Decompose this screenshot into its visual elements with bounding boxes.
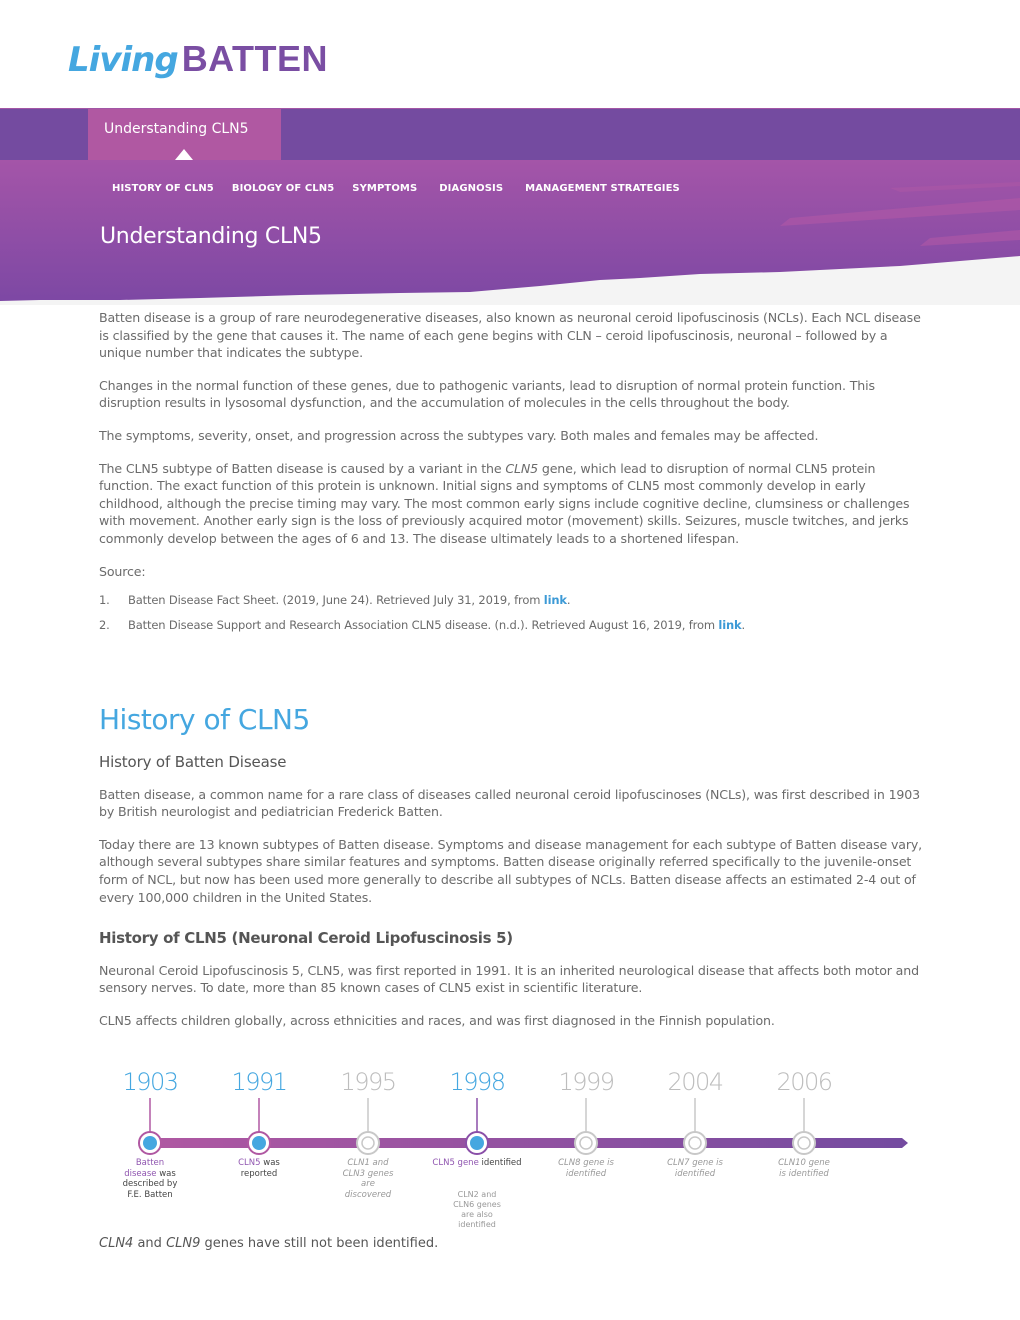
section-subnav: HISTORY OF CLN5 BIOLOGY OF CLN5 SYMPTOMS… [112, 183, 698, 194]
subnav-history[interactable]: HISTORY OF CLN5 [112, 183, 214, 194]
source-item: 1. Batten Disease Fact Sheet. (2019, Jun… [99, 592, 924, 610]
timeline-year: 2006 [776, 1068, 833, 1096]
source-text: Batten Disease Support and Research Asso… [128, 617, 745, 635]
timeline-node-empty [688, 1136, 702, 1150]
timeline-node-empty [579, 1136, 593, 1150]
history-timeline: 1903 Batten disease was described by F.E.… [110, 1062, 920, 1232]
text: and [133, 1236, 167, 1251]
text: genes have still not been identified. [200, 1236, 439, 1251]
timeline-highlight: CLN5 gene [432, 1158, 479, 1168]
timeline-label: CLN8 gene is identified [556, 1158, 616, 1179]
understanding-content: Batten disease is a group of rare neurod… [99, 309, 924, 641]
top-nav-bar: Understanding CLN5 [0, 108, 1020, 161]
hero-title: Understanding CLN5 [100, 224, 322, 249]
paragraph: Neuronal Ceroid Lipofuscinosis 5, CLN5, … [99, 962, 919, 996]
timeline-node-empty [797, 1136, 811, 1150]
timeline-text: CLN7 gene is identified [667, 1158, 723, 1179]
caret-up-icon [175, 149, 193, 160]
history-title: History of CLN5 [99, 703, 310, 736]
timeline-node-filled [252, 1136, 266, 1150]
paragraph: Today there are 13 known subtypes of Bat… [99, 836, 923, 905]
text: Batten Disease Support and Research Asso… [128, 617, 719, 632]
timeline-text: CLN1 and CLN3 genes are discovered [342, 1158, 394, 1200]
timeline-label: CLN10 gene is identified [774, 1158, 834, 1179]
paragraph: Batten disease is a group of rare neurod… [99, 310, 921, 361]
paragraph: Batten disease, a common name for a rare… [99, 786, 921, 820]
paragraph: The symptoms, severity, onset, and progr… [99, 427, 819, 443]
text: . [566, 593, 571, 608]
paragraph: The CLN5 subtype of Batten disease is ca… [99, 460, 924, 548]
subnav-management[interactable]: MANAGEMENT STRATEGIES [525, 183, 680, 194]
paragraph: Changes in the normal function of these … [99, 377, 875, 411]
text: . [741, 617, 746, 632]
timeline-node-empty [361, 1136, 375, 1150]
timeline-year: 2004 [667, 1068, 724, 1096]
source-link[interactable]: link [718, 618, 741, 632]
timeline-label: CLN1 and CLN3 genes are discovered [338, 1158, 398, 1200]
gene-name: CLN9 [166, 1236, 201, 1251]
history-subheading: History of Batten Disease [99, 753, 287, 771]
subnav-symptoms[interactable]: SYMPTOMS [352, 183, 417, 194]
timeline-text: identified [478, 1158, 522, 1168]
tab-label: Understanding CLN5 [104, 121, 249, 137]
source-text: Batten Disease Fact Sheet. (2019, June 2… [128, 592, 571, 610]
timeline-label: CLN5 was reported [229, 1158, 289, 1179]
source-link[interactable]: link [544, 593, 567, 607]
timeline-highlight: CLN5 [238, 1158, 261, 1168]
cln5-history-subheading: History of CLN5 (Neuronal Ceroid Lipofus… [99, 929, 513, 948]
logo-living: Living [68, 40, 179, 80]
timeline-year: 1999 [558, 1068, 615, 1096]
text: Batten Disease Fact Sheet. (2019, June 2… [128, 593, 544, 608]
timeline-arrow-icon [902, 1138, 908, 1148]
timeline-label: CLN7 gene is identified [665, 1158, 725, 1179]
timeline-text: CLN10 gene is identified [778, 1158, 830, 1179]
timeline-year: 1995 [340, 1068, 397, 1096]
timeline-year: 1991 [231, 1068, 288, 1096]
logo-batten: BATTEN [181, 38, 329, 79]
site-logo[interactable]: Living BATTEN [68, 38, 328, 80]
timeline-label: Batten disease was described by F.E. Bat… [120, 1158, 180, 1200]
timeline-node-filled [470, 1136, 484, 1150]
source-item: 2. Batten Disease Support and Research A… [99, 617, 924, 635]
timeline-year: 1903 [122, 1068, 179, 1096]
source-number: 1. [99, 593, 110, 608]
subnav-biology[interactable]: BIOLOGY OF CLN5 [232, 183, 334, 194]
timeline-extra-note: CLN2 and CLN6 genes are also identified [453, 1190, 501, 1229]
source-label: Source: [99, 563, 146, 579]
paragraph: CLN5 affects children globally, across e… [99, 1012, 775, 1028]
subnav-diagnosis[interactable]: DIAGNOSIS [439, 183, 503, 194]
text: The CLN5 subtype of Batten disease is ca… [99, 460, 506, 476]
timeline-label: CLN5 gene identified [422, 1158, 532, 1169]
footer-note: CLN4 and CLN9 genes have still not been … [99, 1236, 438, 1251]
source-number: 2. [99, 617, 110, 632]
gene-name: CLN5 [505, 460, 538, 476]
history-content: History of Batten Disease Batten disease… [99, 753, 924, 1045]
gene-name: CLN4 [99, 1236, 134, 1251]
timeline-node-filled [143, 1136, 157, 1150]
tab-understanding-cln5[interactable]: Understanding CLN5 [88, 109, 281, 161]
timeline-text: CLN8 gene is identified [558, 1158, 614, 1179]
source-list: 1. Batten Disease Fact Sheet. (2019, Jun… [99, 592, 924, 634]
timeline-year: 1998 [449, 1068, 506, 1096]
